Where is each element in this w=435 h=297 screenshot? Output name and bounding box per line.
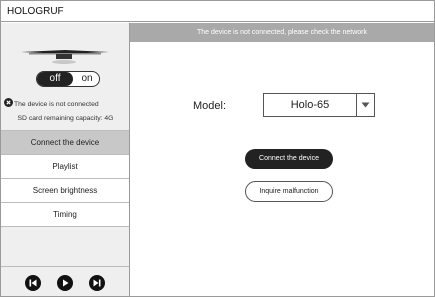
connect-device-button[interactable]: Connect the device [245, 149, 333, 169]
menu-item-screen-brightness[interactable]: Screen brightness [1, 178, 129, 202]
model-select[interactable]: Holo-65 [263, 93, 375, 117]
play-icon[interactable] [57, 275, 73, 291]
model-label: Model: [193, 100, 227, 112]
main-panel: The device is not connected, please chec… [130, 23, 434, 296]
sd-card-capacity: SD card remaining capacity: 4G [17, 115, 114, 122]
menu-item-connect-device[interactable]: Connect the device [1, 130, 129, 154]
sidebar: off on The device is not connected SD ca… [1, 23, 130, 296]
connection-status: The device is not connected [4, 98, 128, 110]
device-image [21, 50, 109, 64]
playback-controls [1, 266, 129, 297]
sidebar-menu: Connect the device Playlist Screen brigh… [1, 130, 129, 227]
window-title: HOLOGRUF [1, 1, 434, 22]
model-select-value[interactable]: Holo-65 [264, 94, 356, 116]
network-warning-banner: The device is not connected, please chec… [130, 23, 434, 42]
toggle-off-label[interactable]: off [37, 72, 73, 86]
menu-item-timing[interactable]: Timing [1, 202, 129, 227]
chevron-down-icon [361, 102, 370, 108]
inquire-malfunction-button[interactable]: Inquire malfunction [245, 181, 333, 202]
power-toggle[interactable]: off on [36, 71, 100, 87]
x-circle-icon [4, 98, 13, 107]
dropdown-button[interactable] [356, 94, 374, 116]
status-text: The device is not connected [14, 101, 99, 108]
previous-icon[interactable] [25, 275, 41, 291]
toggle-on-label[interactable]: on [74, 72, 100, 86]
next-icon[interactable] [89, 275, 105, 291]
menu-item-playlist[interactable]: Playlist [1, 154, 129, 178]
